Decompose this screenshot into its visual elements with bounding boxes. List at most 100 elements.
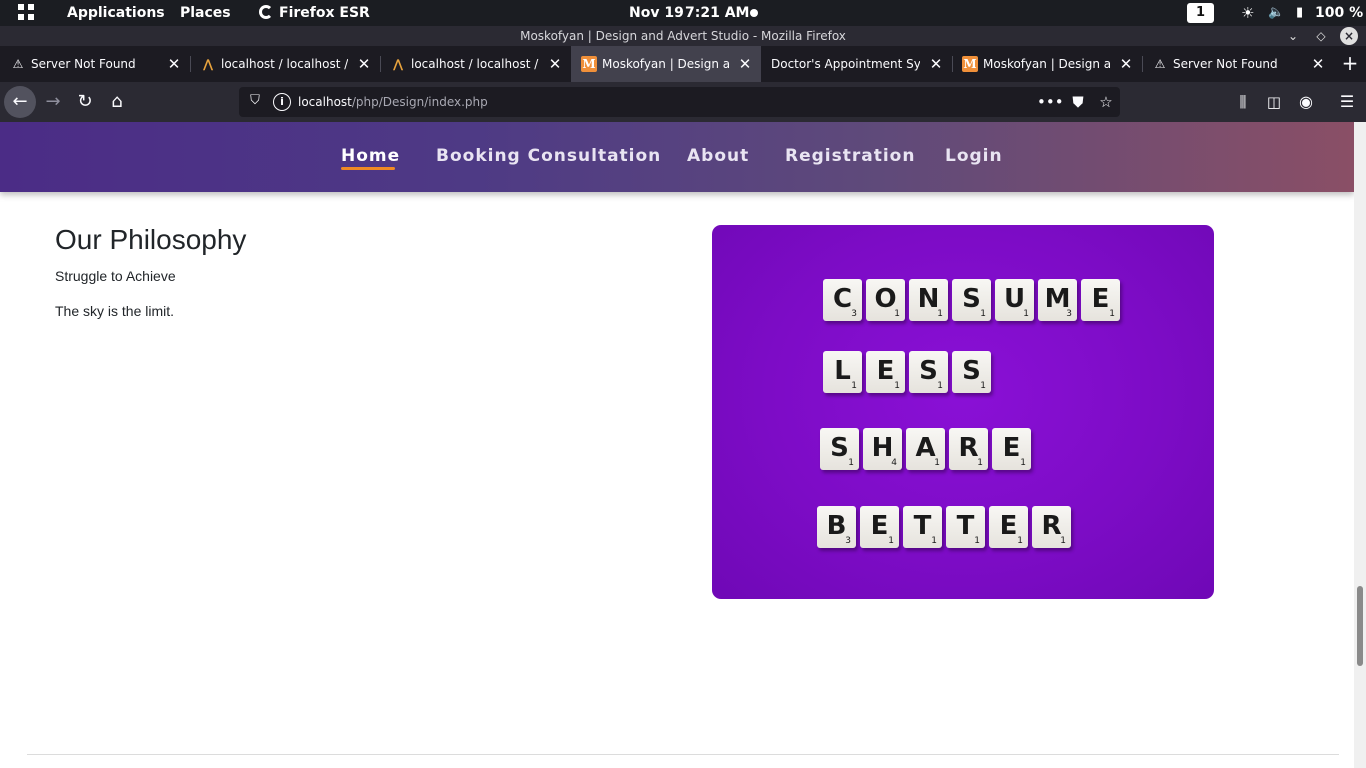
tile-score: 1 (888, 536, 894, 546)
tab-close-icon[interactable]: ✕ (1310, 46, 1326, 82)
account-icon[interactable]: ◉ (1290, 86, 1322, 118)
scrabble-tile: E1 (989, 506, 1028, 548)
tile-score: 3 (1066, 309, 1072, 319)
scrabble-tile: E1 (1081, 279, 1120, 321)
nav-home-link[interactable]: Home (341, 146, 400, 166)
tile-score: 1 (1023, 309, 1029, 319)
brightness-icon[interactable]: ☀ (1241, 0, 1254, 26)
tile-score: 1 (937, 381, 943, 391)
tab-close-icon[interactable]: ✕ (1118, 46, 1134, 82)
tile-letter: A (915, 433, 936, 463)
page-actions-icon[interactable]: ••• (1037, 87, 1064, 117)
tile-score: 1 (934, 458, 940, 468)
url-text[interactable]: localhost/php/Design/index.php (298, 87, 488, 117)
scrabble-tile: M3 (1038, 279, 1077, 321)
system-top-bar: Applications Places Firefox ESR Nov 19 7… (0, 0, 1366, 26)
tab-server-not-found-2[interactable]: ⚠ Server Not Found ✕ (1142, 46, 1334, 82)
scrabble-tile: R1 (1032, 506, 1071, 548)
clock-date[interactable]: Nov 19 (629, 0, 684, 26)
nav-toolbar: ← → ↻ ⌂ ⛉ i localhost/php/Design/index.p… (0, 82, 1366, 122)
tab-label: localhost / localhost / cdf (411, 57, 539, 71)
scrabble-tile: E1 (992, 428, 1031, 470)
battery-icon[interactable]: ▮ (1296, 0, 1303, 26)
tracking-shield-icon[interactable]: ⛉ (247, 93, 263, 111)
philosophy-heading: Our Philosophy (55, 224, 247, 255)
tab-moskofyan-active[interactable]: M Moskofyan | Design and ✕ (571, 46, 761, 82)
moskofyan-m-icon: M (962, 56, 978, 72)
tile-score: 1 (894, 381, 900, 391)
page-scrollbar[interactable] (1354, 122, 1366, 768)
tile-letter: S (919, 356, 938, 386)
home-icon[interactable]: ⌂ (101, 86, 133, 118)
tab-label: Moskofyan | Design and (983, 57, 1110, 71)
apps-grid-icon[interactable] (18, 4, 36, 22)
scrabble-tile: T1 (946, 506, 985, 548)
tab-close-icon[interactable]: ✕ (547, 46, 563, 82)
sidebar-icon[interactable]: ◫ (1258, 86, 1290, 118)
tile-letter: T (956, 511, 975, 541)
nav-booking-consultation-link[interactable]: Booking Consultation (436, 146, 661, 166)
address-bar[interactable]: ⛉ i localhost/php/Design/index.php ••• ⛊… (239, 87, 1120, 117)
tile-letter: N (917, 284, 940, 314)
tab-label: Server Not Found (1173, 57, 1278, 71)
nav-about-link[interactable]: About (687, 146, 749, 166)
tile-letter: E (870, 511, 889, 541)
applications-menu[interactable]: Applications (67, 0, 165, 26)
tab-phpmyadmin-cdf[interactable]: ⋀ localhost / localhost / cdf ✕ (380, 46, 571, 82)
scrabble-tile: S1 (820, 428, 859, 470)
tab-close-icon[interactable]: ✕ (166, 46, 182, 82)
new-tab-plus-icon[interactable]: + (1338, 46, 1362, 82)
scrabble-tile: S1 (909, 351, 948, 393)
clock-time[interactable]: 7:21 AM (685, 0, 749, 26)
active-app-menu[interactable]: Firefox ESR (259, 0, 370, 26)
pocket-icon[interactable]: ⛊ (1066, 87, 1090, 117)
workspace-indicator[interactable]: 1 (1187, 3, 1214, 23)
tab-label: localhost / localhost / doc (221, 57, 348, 71)
tile-letter: S (962, 356, 981, 386)
tile-letter: S (830, 433, 849, 463)
bookmark-star-icon[interactable]: ☆ (1094, 87, 1118, 117)
warning-icon: ⚠ (12, 57, 24, 71)
tab-doctors-appointment[interactable]: Doctor's Appointment System ✕ (761, 46, 952, 82)
reload-icon[interactable]: ↻ (69, 86, 101, 118)
notification-dot-icon (750, 9, 758, 17)
tab-close-icon[interactable]: ✕ (737, 46, 753, 82)
footer-divider (27, 754, 1339, 755)
window-close-icon[interactable]: × (1340, 27, 1358, 45)
phpmyadmin-icon: ⋀ (392, 57, 404, 71)
nav-login-link[interactable]: Login (945, 146, 1003, 166)
hamburger-menu-icon[interactable]: ☰ (1331, 86, 1363, 118)
minimize-icon[interactable]: ⌄ (1284, 27, 1302, 45)
forward-arrow-icon[interactable]: → (37, 86, 69, 118)
tile-score: 1 (851, 381, 857, 391)
tile-letter: L (834, 356, 851, 386)
library-icon[interactable]: ⫼ (1227, 86, 1259, 118)
tab-moskofyan-2[interactable]: M Moskofyan | Design and ✕ (952, 46, 1142, 82)
tile-letter: U (1003, 284, 1026, 314)
tile-score: 1 (977, 458, 983, 468)
tab-phpmyadmin-doc[interactable]: ⋀ localhost / localhost / doc ✕ (190, 46, 380, 82)
tile-letter: B (826, 511, 847, 541)
tab-close-icon[interactable]: ✕ (928, 46, 944, 82)
back-arrow-icon[interactable]: ← (4, 86, 36, 118)
active-nav-underline (341, 167, 395, 170)
moskofyan-m-icon: M (581, 56, 597, 72)
volume-icon[interactable]: 🔈 (1268, 0, 1284, 26)
tab-label: Server Not Found (31, 57, 136, 71)
nav-registration-link[interactable]: Registration (785, 146, 915, 166)
philosophy-line-1: Struggle to Achieve (55, 268, 176, 284)
scrabble-tile: S1 (952, 279, 991, 321)
places-menu[interactable]: Places (180, 0, 231, 26)
tab-close-icon[interactable]: ✕ (356, 46, 372, 82)
tile-letter: E (999, 511, 1018, 541)
tile-score: 3 (851, 309, 857, 319)
tab-label: Moskofyan | Design and (602, 57, 729, 71)
web-page: Home Booking Consultation About Registra… (0, 122, 1354, 768)
tile-letter: E (876, 356, 895, 386)
site-info-icon[interactable]: i (273, 93, 291, 111)
maximize-icon[interactable]: ◇ (1312, 27, 1330, 45)
tile-score: 1 (937, 309, 943, 319)
tab-server-not-found-1[interactable]: ⚠ Server Not Found ✕ (0, 46, 190, 82)
scrabble-tile: H4 (863, 428, 902, 470)
scrollbar-thumb[interactable] (1357, 586, 1363, 666)
